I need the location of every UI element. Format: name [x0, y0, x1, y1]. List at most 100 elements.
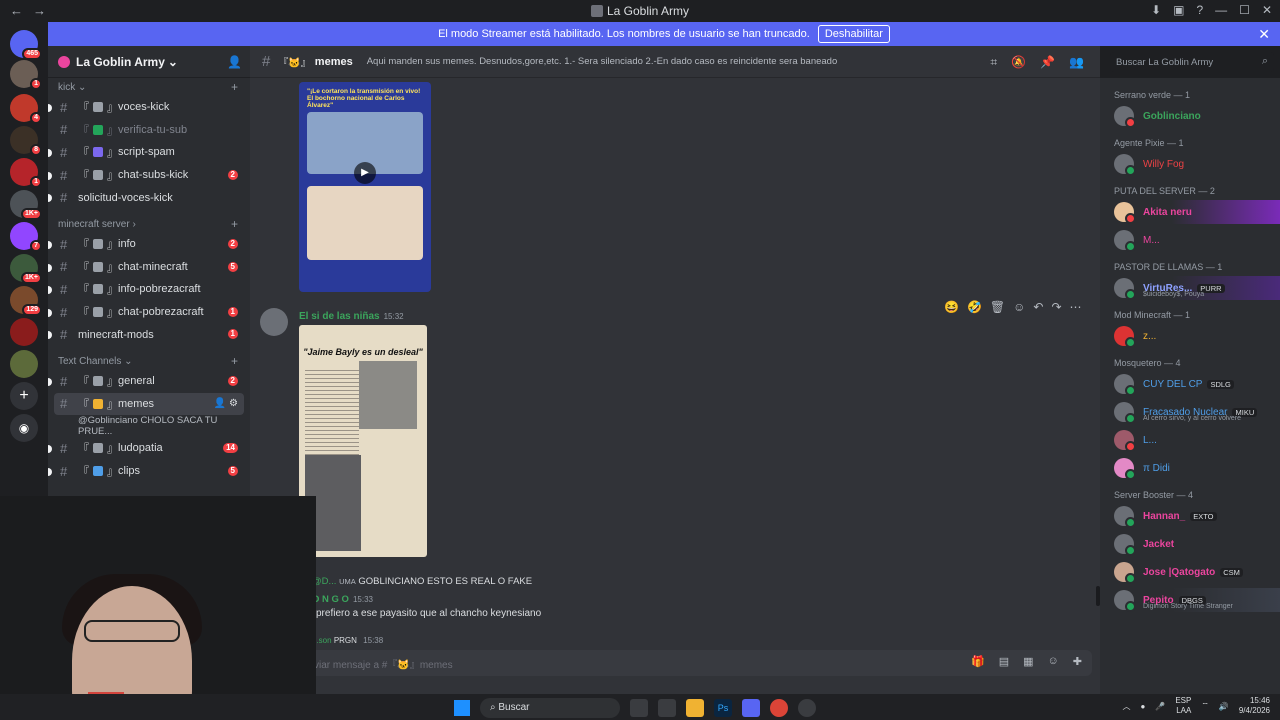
- channel-chat-minecraft[interactable]: # 『』 chat-minecraft 5: [48, 256, 250, 279]
- server-icon[interactable]: 1: [10, 60, 42, 90]
- member-item[interactable]: M...: [1100, 228, 1280, 252]
- mic-icon[interactable]: 🎤: [1155, 702, 1165, 711]
- add-server-icon[interactable]: +: [10, 382, 38, 410]
- add-channel-icon[interactable]: +: [231, 217, 238, 231]
- volume-icon[interactable]: 🔊: [1219, 702, 1229, 711]
- discord-icon[interactable]: [742, 699, 760, 717]
- channel-memes[interactable]: # 『』 memes 👤 ⚙: [54, 392, 244, 416]
- more-icon[interactable]: ⋯: [1070, 300, 1082, 314]
- thread-preview[interactable]: @Goblinciano CHOLO SACA TU PRUE...: [48, 415, 250, 437]
- channel-script-spam[interactable]: # 『』 script-spam: [48, 141, 250, 164]
- channel-info[interactable]: # 『』 info 2: [48, 233, 250, 256]
- member-item[interactable]: z...: [1100, 324, 1280, 348]
- inbox-icon[interactable]: ▣: [1173, 3, 1184, 17]
- photoshop-icon[interactable]: Ps: [714, 699, 732, 717]
- server-icon[interactable]: [10, 318, 38, 346]
- apps-icon[interactable]: ✚: [1073, 655, 1082, 668]
- channel-voces-kick[interactable]: # 『』 voces-kick: [48, 96, 250, 119]
- taskbar-search[interactable]: ⌕ Buscar: [480, 698, 620, 718]
- channel-general[interactable]: # 『』 general 2: [48, 370, 250, 393]
- channel-solicitud-voces-kick[interactable]: # solicitud-voces-kick: [48, 186, 250, 209]
- member-item[interactable]: Pepito DBGS Digimon Story Time Stranger: [1100, 588, 1280, 612]
- sticker-icon[interactable]: ▦: [1023, 655, 1033, 668]
- chrome-icon[interactable]: [770, 699, 788, 717]
- help-icon[interactable]: ?: [1196, 3, 1203, 17]
- message-author[interactable]: El si de las niñas: [299, 311, 380, 322]
- meme-image-1[interactable]: "¡Le cortaron la transmisión en vivo! El …: [299, 82, 431, 292]
- maximize-button[interactable]: ☐: [1239, 3, 1250, 17]
- avatar[interactable]: [260, 308, 288, 336]
- file-explorer-icon[interactable]: [686, 699, 704, 717]
- channel-chat-pobrezacraft[interactable]: # 『』 chat-pobrezacraft 1: [48, 301, 250, 324]
- discover-icon[interactable]: ◉: [10, 414, 38, 442]
- add-channel-icon[interactable]: +: [231, 80, 238, 94]
- emoji-icon[interactable]: ☺: [1048, 655, 1059, 668]
- close-icon[interactable]: ✕: [1258, 26, 1270, 43]
- server-icon[interactable]: 1K+: [10, 190, 42, 220]
- channel-topic[interactable]: Aqui manden sus memes. Desnudos,gore,etc…: [367, 56, 838, 67]
- server-icon[interactable]: 1: [10, 158, 42, 188]
- app-icon[interactable]: [658, 699, 676, 717]
- member-item[interactable]: CUY DEL CP SDLG: [1100, 372, 1280, 396]
- message-author[interactable]: O N G O: [312, 594, 349, 605]
- channel-verifica-tu-sub[interactable]: # 『』 verifica-tu-sub: [48, 119, 250, 142]
- reply-icon[interactable]: ↶: [1033, 300, 1043, 314]
- reaction-icon[interactable]: 😆: [944, 300, 959, 314]
- member-item[interactable]: Akita neru: [1100, 200, 1280, 224]
- close-window-button[interactable]: ✕: [1262, 3, 1272, 17]
- channel-ludopatia[interactable]: # 『』 ludopatia 14: [48, 437, 250, 460]
- task-view-icon[interactable]: [630, 699, 648, 717]
- mute-bell-icon[interactable]: 🔕: [1011, 55, 1026, 70]
- server-icon[interactable]: 4: [10, 94, 42, 124]
- category-minecraft[interactable]: minecraft server › +: [48, 215, 250, 233]
- chevron-up-icon[interactable]: ︿: [1123, 701, 1131, 712]
- member-item[interactable]: Goblinciano: [1100, 104, 1280, 128]
- pin-icon[interactable]: 📌: [1040, 55, 1055, 70]
- play-icon[interactable]: ▶: [354, 162, 376, 184]
- server-icon[interactable]: 129: [10, 286, 42, 316]
- category-text-channels[interactable]: Text Channels ⌄ +: [48, 352, 250, 370]
- member-item[interactable]: Willy Fog: [1100, 152, 1280, 176]
- reply-preview[interactable]: @D... UMA GOBLINCIANO ESTO ES REAL O FAK…: [312, 576, 532, 587]
- reaction-icon[interactable]: 🗑: [990, 300, 1005, 314]
- channel-chat-subs-kick[interactable]: # 『』 chat-subs-kick 2: [48, 164, 250, 187]
- tray-app-icon[interactable]: ●: [1141, 702, 1146, 711]
- add-reaction-icon[interactable]: ☺: [1013, 300, 1025, 314]
- member-item[interactable]: π Didi: [1100, 456, 1280, 480]
- member-item[interactable]: Fracasado Nuclear MIKU Al cerro sirvo, y a…: [1100, 400, 1280, 424]
- disable-streamer-button[interactable]: Deshabilitar: [817, 25, 890, 43]
- member-item[interactable]: L...: [1100, 428, 1280, 452]
- reaction-icon[interactable]: 🤣: [967, 300, 982, 314]
- server-header[interactable]: La Goblin Army ⌄ 👤: [48, 46, 250, 78]
- gif-icon[interactable]: ▤: [999, 655, 1009, 668]
- server-icon[interactable]: 8: [10, 126, 42, 156]
- member-item[interactable]: Jose |Qatogato CSM: [1100, 560, 1280, 584]
- member-item[interactable]: Hannan_ EXTO: [1100, 504, 1280, 528]
- add-channel-icon[interactable]: +: [231, 354, 238, 368]
- forward-icon[interactable]: ↷: [1051, 300, 1061, 314]
- home-server-icon[interactable]: 465: [10, 30, 42, 60]
- member-item[interactable]: VirtuRes... PURR $uicideboy$, Pouya: [1100, 276, 1280, 300]
- channel-clips[interactable]: # 『』 clips 5: [48, 460, 250, 483]
- wifi-icon[interactable]: ⌔: [1201, 701, 1209, 711]
- windows-start-icon[interactable]: [454, 700, 470, 716]
- server-icon[interactable]: 1K+: [10, 254, 42, 284]
- threads-icon[interactable]: ⌗: [990, 55, 997, 70]
- clock[interactable]: 15:46 9/4/2026: [1239, 696, 1270, 716]
- server-icon[interactable]: [10, 350, 38, 378]
- invite-icon[interactable]: 👤: [227, 55, 242, 69]
- message-input[interactable]: viar mensaje a #『🐱』memes 🎁 ▤ ▦ ☺ ✚: [302, 650, 1092, 676]
- search-input[interactable]: Buscar La Goblin Army ⌕: [1110, 52, 1274, 72]
- channel-minecraft-mods[interactable]: # minecraft-mods 1: [48, 323, 250, 346]
- category-kick[interactable]: kick ⌄ +: [48, 78, 250, 96]
- member-item[interactable]: Jacket: [1100, 532, 1280, 556]
- gift-icon[interactable]: 🎁: [971, 655, 985, 668]
- meme-image-2[interactable]: "Jaime Bayly es un desleal": [299, 325, 427, 557]
- settings-icon[interactable]: 👤 ⚙: [214, 398, 238, 409]
- twitch-server-icon[interactable]: 7: [10, 222, 42, 252]
- update-icon[interactable]: ⬇: [1151, 3, 1161, 17]
- app-icon[interactable]: [798, 699, 816, 717]
- minimize-button[interactable]: —: [1215, 3, 1227, 17]
- channel-info-pobrezacraft[interactable]: # 『』 info-pobrezacraft: [48, 278, 250, 301]
- member-list-icon[interactable]: 👥: [1069, 55, 1084, 70]
